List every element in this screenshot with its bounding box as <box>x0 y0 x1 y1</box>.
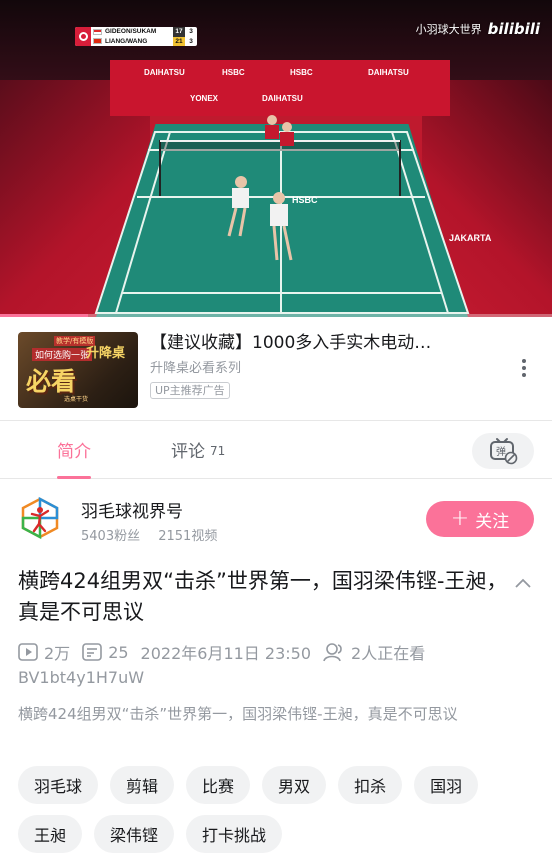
svg-text:弹: 弹 <box>496 445 506 458</box>
tab-comments-count: 71 <box>210 444 226 458</box>
tab-comments[interactable]: 评论 71 <box>171 421 225 479</box>
ad-thumbnail[interactable]: 教学/有模版 如何选购一张 升降桌 必看 选桌干货 <box>18 332 138 408</box>
china-flag-icon <box>93 38 102 45</box>
court-lines: HSBC JAKARTA <box>94 115 492 314</box>
tournament-logo-icon <box>75 27 91 46</box>
ad-subtitle: 升降桌必看系列 <box>150 361 242 376</box>
team-a-name: GIDEON/SUKAM <box>105 28 157 35</box>
uploader-stats: 5403粉丝 2151视频 <box>81 525 217 544</box>
scoreboard-row-team-b: LIANG/WANG 21 3 <box>93 36 197 46</box>
video-bvid[interactable]: BV1bt4y1H7uW <box>18 668 144 687</box>
watching-people-icon <box>323 643 342 662</box>
uploader-video-count: 2151视频 <box>158 529 218 544</box>
publish-date: 2022年6月11日 23:50 <box>140 644 312 663</box>
scoreboard-row-team-a: GIDEON/SUKAM 17 3 <box>93 27 197 37</box>
ad-badge: UP主推荐广告 <box>150 382 230 399</box>
danmaku-count: 25 <box>108 642 129 662</box>
video-description: 横跨424组男双“击杀”世界第一，国羽梁伟铿-王昶，真是不可思议 <box>18 705 458 723</box>
danmaku-off-icon: 弹 <box>490 438 518 465</box>
tag-chip[interactable]: 梁伟铿 <box>94 815 175 853</box>
plus-icon: + <box>450 506 470 531</box>
uploader-fans: 5403粉丝 <box>81 529 141 544</box>
board-text: JAKARTA <box>449 233 492 243</box>
uploader-row: 羽毛球视界号 5403粉丝 2151视频 + 关注 <box>0 479 552 557</box>
tag-chip[interactable]: 王昶 <box>18 815 83 853</box>
watching-count: 2人正在看 <box>351 644 426 663</box>
ad-thumb-text: 选桌干货 <box>64 396 89 403</box>
ad-title[interactable]: 【建议收藏】1000多入手实木电动… <box>150 332 462 354</box>
video-title: 横跨424组男双“击杀”世界第一，国羽梁伟铿-王昶，真是不可思议 <box>18 569 508 624</box>
team-b-game1-score: 21 <box>173 36 185 46</box>
tag-chip[interactable]: 比赛 <box>186 766 251 804</box>
follow-label: 关注 <box>475 511 510 532</box>
indonesia-flag-icon <box>93 28 102 35</box>
tag-chip[interactable]: 男双 <box>262 766 327 804</box>
team-a-game2-score: 3 <box>189 28 193 35</box>
video-player[interactable]: DAIHATSU HSBC HSBC DAIHATSU YONEX DAIHAT… <box>0 0 552 317</box>
tag-chip[interactable]: 打卡挑战 <box>186 815 283 853</box>
board-text: HSBC <box>292 195 318 205</box>
uploader-avatar[interactable] <box>18 496 62 540</box>
follow-button[interactable]: + 关注 <box>426 501 534 537</box>
video-meta: 2万 25 2022年6月11日 23:50 2人正在看 <box>18 640 437 664</box>
tag-chip[interactable]: 剪辑 <box>110 766 175 804</box>
play-count-icon <box>18 643 38 661</box>
tag-list: 羽毛球 剪辑 比赛 男双 扣杀 国羽 王昶 梁伟铿 打卡挑战 <box>18 766 548 853</box>
tag-chip[interactable]: 羽毛球 <box>18 766 99 804</box>
tab-intro[interactable]: 简介 <box>57 421 91 479</box>
play-count: 2万 <box>44 644 71 663</box>
danmaku-toggle-button[interactable]: 弹 <box>472 433 534 469</box>
team-b-game2-score: 3 <box>189 37 193 45</box>
content-tabs: 简介 评论 71 弹 <box>0 421 552 479</box>
team-a-game1-score: 17 <box>173 27 185 37</box>
ad-thumb-text: 如何选购一张 <box>32 348 93 361</box>
bilibili-logo: bilibili <box>487 20 540 38</box>
tag-chip[interactable]: 扣杀 <box>338 766 403 804</box>
tab-comments-label: 评论 <box>171 442 205 462</box>
ad-thumb-text: 升降桌 <box>86 346 126 361</box>
ad-thumb-text: 必看 <box>26 367 77 396</box>
scoreboard: GIDEON/SUKAM 17 3 LIANG/WANG 21 3 <box>75 27 197 46</box>
collapse-chevron-icon[interactable] <box>514 574 532 592</box>
more-options-icon[interactable] <box>522 359 526 380</box>
video-watermark: 小羽球大世界 bilibili <box>416 20 540 38</box>
tab-intro-label: 简介 <box>57 442 91 462</box>
watermark-channel: 小羽球大世界 <box>415 23 482 36</box>
team-b-name: LIANG/WANG <box>105 37 148 45</box>
ad-card[interactable]: 教学/有模版 如何选购一张 升降桌 必看 选桌干货 【建议收藏】1000多入手实… <box>0 317 552 421</box>
danmaku-count-icon <box>82 643 102 661</box>
uploader-name[interactable]: 羽毛球视界号 <box>81 497 183 522</box>
tag-chip[interactable]: 国羽 <box>414 766 479 804</box>
